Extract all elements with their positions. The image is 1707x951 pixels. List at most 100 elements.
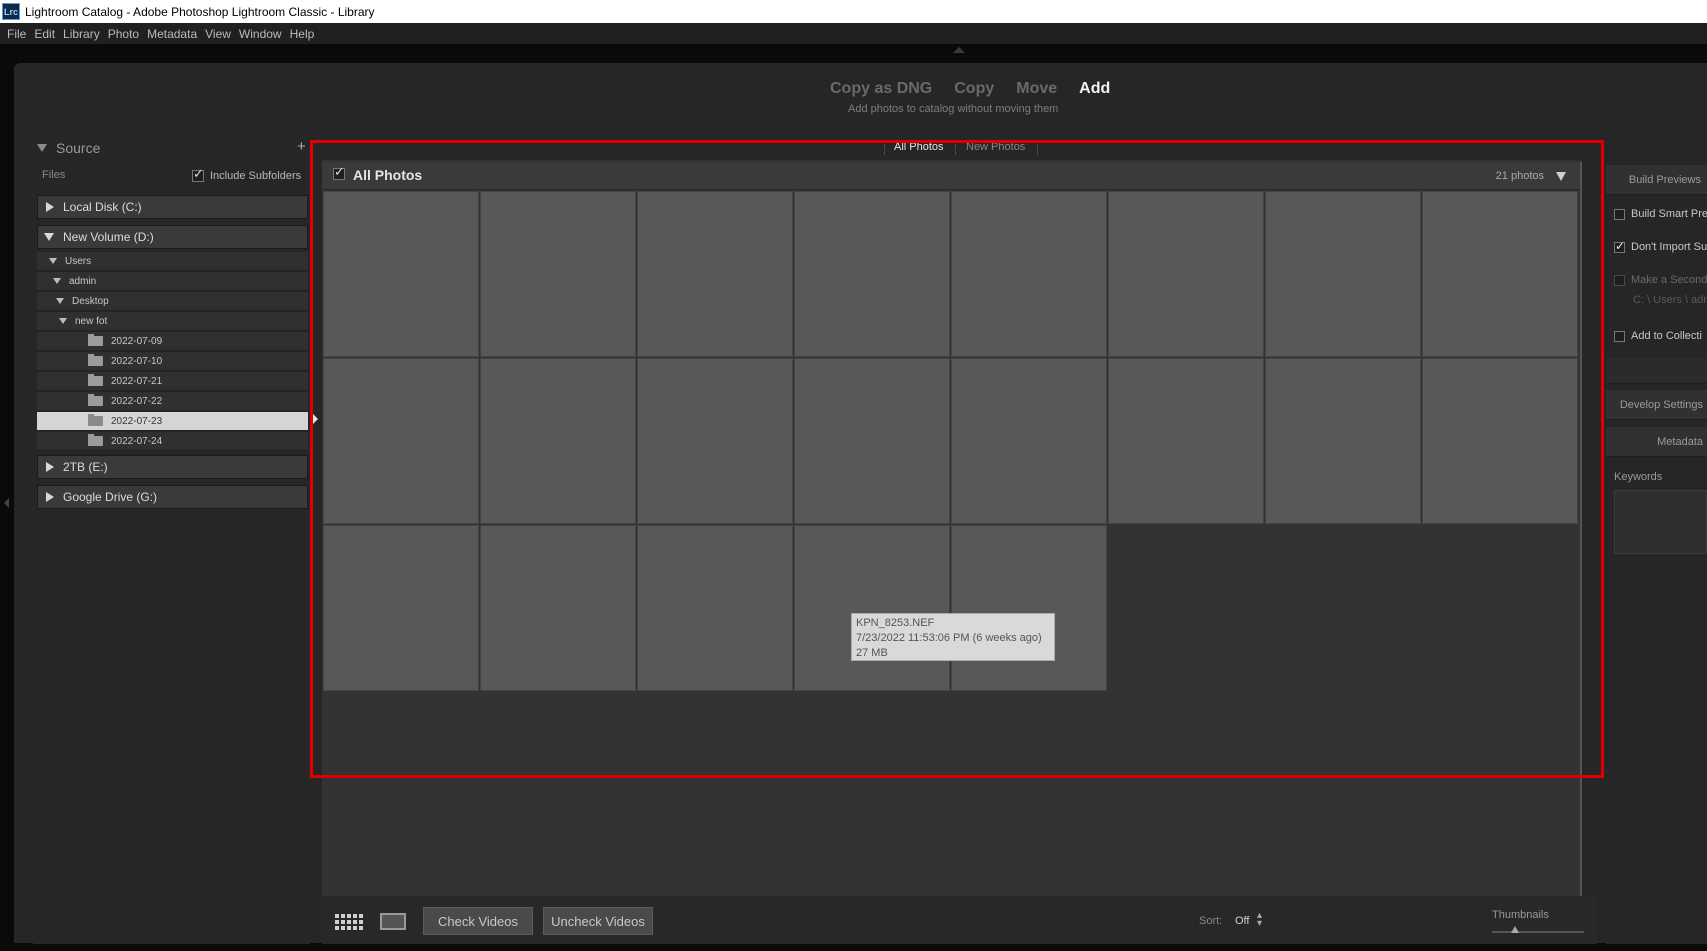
thumbnail-size-slider[interactable] [1492, 931, 1584, 933]
folder-2022-07-21[interactable]: 2022-07-21 [37, 372, 308, 391]
make-second-copy-label[interactable]: Make a Second [1631, 274, 1707, 286]
photo-thumbnail[interactable] [794, 525, 950, 691]
photo-thumbnail[interactable] [323, 358, 479, 524]
files-row: Files Include Subfolders [33, 167, 310, 186]
photo-thumbnail[interactable] [951, 191, 1107, 357]
mode-move[interactable]: Move [1016, 80, 1057, 98]
folder-label: Users [65, 255, 92, 267]
include-subfolders-checkbox[interactable] [192, 167, 204, 182]
source-panel-header[interactable]: Source [33, 136, 310, 160]
menu-library[interactable]: Library [63, 27, 100, 41]
grid-title: All Photos [353, 167, 423, 183]
dont-import-suspected-label[interactable]: Don't Import Su [1631, 241, 1707, 253]
folder-new-fot[interactable]: new fot [37, 312, 308, 331]
keywords-input[interactable] [1614, 490, 1707, 554]
drive-2tb-e[interactable]: 2TB (E:) [37, 455, 308, 479]
lightroom-app-icon: Lrc [2, 3, 20, 20]
thumbnails-label: Thumbnails [1492, 909, 1549, 921]
mode-copy[interactable]: Copy [954, 80, 994, 98]
photo-thumbnail[interactable] [951, 525, 1107, 691]
folder-label: 2022-07-09 [111, 335, 163, 347]
photo-thumbnail[interactable] [794, 191, 950, 357]
loupe-view-icon[interactable] [380, 913, 406, 930]
add-source-icon[interactable]: + [297, 138, 306, 155]
make-second-copy-checkbox[interactable] [1614, 274, 1625, 286]
dont-import-suspected-row[interactable]: Don't Import Su [1606, 236, 1707, 258]
metadata-select[interactable]: Metadata [1606, 427, 1707, 457]
photo-thumbnail[interactable] [1108, 191, 1264, 357]
window-title: Lightroom Catalog - Adobe Photoshop Ligh… [25, 4, 375, 19]
folder-2022-07-23[interactable]: 2022-07-23 [37, 412, 308, 431]
sort-arrows-icon[interactable]: ▴ ▾ [1257, 911, 1262, 929]
menu-metadata[interactable]: Metadata [147, 27, 197, 41]
files-label: Files [42, 169, 66, 181]
mode-add[interactable]: Add [1079, 80, 1110, 98]
menu-window[interactable]: Window [239, 27, 282, 41]
folder-label: 2022-07-10 [111, 355, 163, 367]
uncheck-videos-button[interactable]: Uncheck Videos [543, 907, 653, 935]
folder-2022-07-24[interactable]: 2022-07-24 [37, 432, 308, 451]
photo-thumbnail[interactable] [480, 191, 636, 357]
photo-thumbnail[interactable] [1108, 358, 1264, 524]
folder-desktop[interactable]: Desktop [37, 292, 308, 311]
photo-thumbnail[interactable] [637, 191, 793, 357]
mode-copy-as-dng[interactable]: Copy as DNG [830, 80, 932, 98]
drive-new-volume-d[interactable]: New Volume (D:) [37, 225, 308, 249]
grid-view-icon[interactable] [335, 912, 365, 930]
sort-select[interactable]: Off [1235, 915, 1249, 927]
drive-local-disk-c[interactable]: Local Disk (C:) [37, 195, 308, 219]
menu-edit[interactable]: Edit [34, 27, 55, 41]
photo-thumbnail[interactable] [1265, 358, 1421, 524]
menu-help[interactable]: Help [290, 27, 315, 41]
folder-2022-07-10[interactable]: 2022-07-10 [37, 352, 308, 371]
menu-photo[interactable]: Photo [108, 27, 139, 41]
folder-admin[interactable]: admin [37, 272, 308, 291]
photo-count-dropdown-icon[interactable] [1556, 172, 1566, 181]
photo-thumbnail[interactable] [480, 358, 636, 524]
photo-thumbnail[interactable] [637, 525, 793, 691]
collapse-triangle-icon [37, 144, 47, 152]
make-second-copy-row[interactable]: Make a Second [1606, 269, 1707, 291]
photo-thumbnail[interactable] [323, 191, 479, 357]
build-smart-previews-label[interactable]: Build Smart Pre [1631, 208, 1707, 220]
panel-divider [1606, 358, 1707, 384]
menu-file[interactable]: File [7, 27, 26, 41]
tab-all-photos[interactable]: All Photos [894, 141, 944, 153]
folder-2022-07-22[interactable]: 2022-07-22 [37, 392, 308, 411]
top-panel-toggle-icon[interactable] [953, 47, 965, 53]
folder-label: new fot [75, 315, 108, 327]
photo-thumbnail[interactable] [951, 358, 1107, 524]
select-all-checkbox[interactable] [333, 165, 345, 180]
add-to-collection-checkbox[interactable] [1614, 330, 1625, 342]
folder-icon [88, 394, 103, 406]
build-previews-select[interactable]: Build Previews [1606, 165, 1707, 195]
check-videos-button[interactable]: Check Videos [423, 907, 533, 935]
dont-import-suspected-checkbox[interactable] [1614, 239, 1625, 253]
photo-thumbnail[interactable] [480, 525, 636, 691]
photo-thumbnail[interactable] [1422, 191, 1578, 357]
build-smart-previews-row[interactable]: Build Smart Pre [1606, 203, 1707, 225]
thumbnail-slider-handle[interactable] [1511, 926, 1519, 933]
folder-icon [88, 414, 103, 426]
include-subfolders-label[interactable]: Include Subfolders [210, 170, 301, 182]
photo-thumbnail[interactable] [637, 358, 793, 524]
left-panel-toggle-icon[interactable] [4, 498, 9, 508]
mode-description: Add photos to catalog without moving the… [848, 103, 1059, 115]
photo-thumbnail[interactable] [323, 525, 479, 691]
photo-thumbnail[interactable] [1422, 358, 1578, 524]
drive-google-drive-g[interactable]: Google Drive (G:) [37, 485, 308, 509]
folder-2022-07-09[interactable]: 2022-07-09 [37, 332, 308, 351]
photo-thumbnail[interactable] [1265, 191, 1421, 357]
add-to-collection-row[interactable]: Add to Collecti [1606, 325, 1707, 347]
folder-users[interactable]: Users [37, 252, 308, 271]
grid-scrollbar[interactable] [1580, 162, 1582, 897]
menu-view[interactable]: View [205, 27, 231, 41]
photo-thumbnail[interactable] [794, 358, 950, 524]
photo-count: 21 photos [1495, 170, 1544, 182]
add-to-collection-label[interactable]: Add to Collecti [1631, 330, 1702, 342]
develop-settings-select[interactable]: Develop Settings [1606, 390, 1707, 420]
photo-tooltip: KPN_8253.NEF 7/23/2022 11:53:06 PM (6 we… [851, 613, 1055, 661]
folder-icon [88, 434, 103, 446]
tab-new-photos[interactable]: New Photos [966, 141, 1025, 153]
build-smart-previews-checkbox[interactable] [1614, 208, 1625, 220]
